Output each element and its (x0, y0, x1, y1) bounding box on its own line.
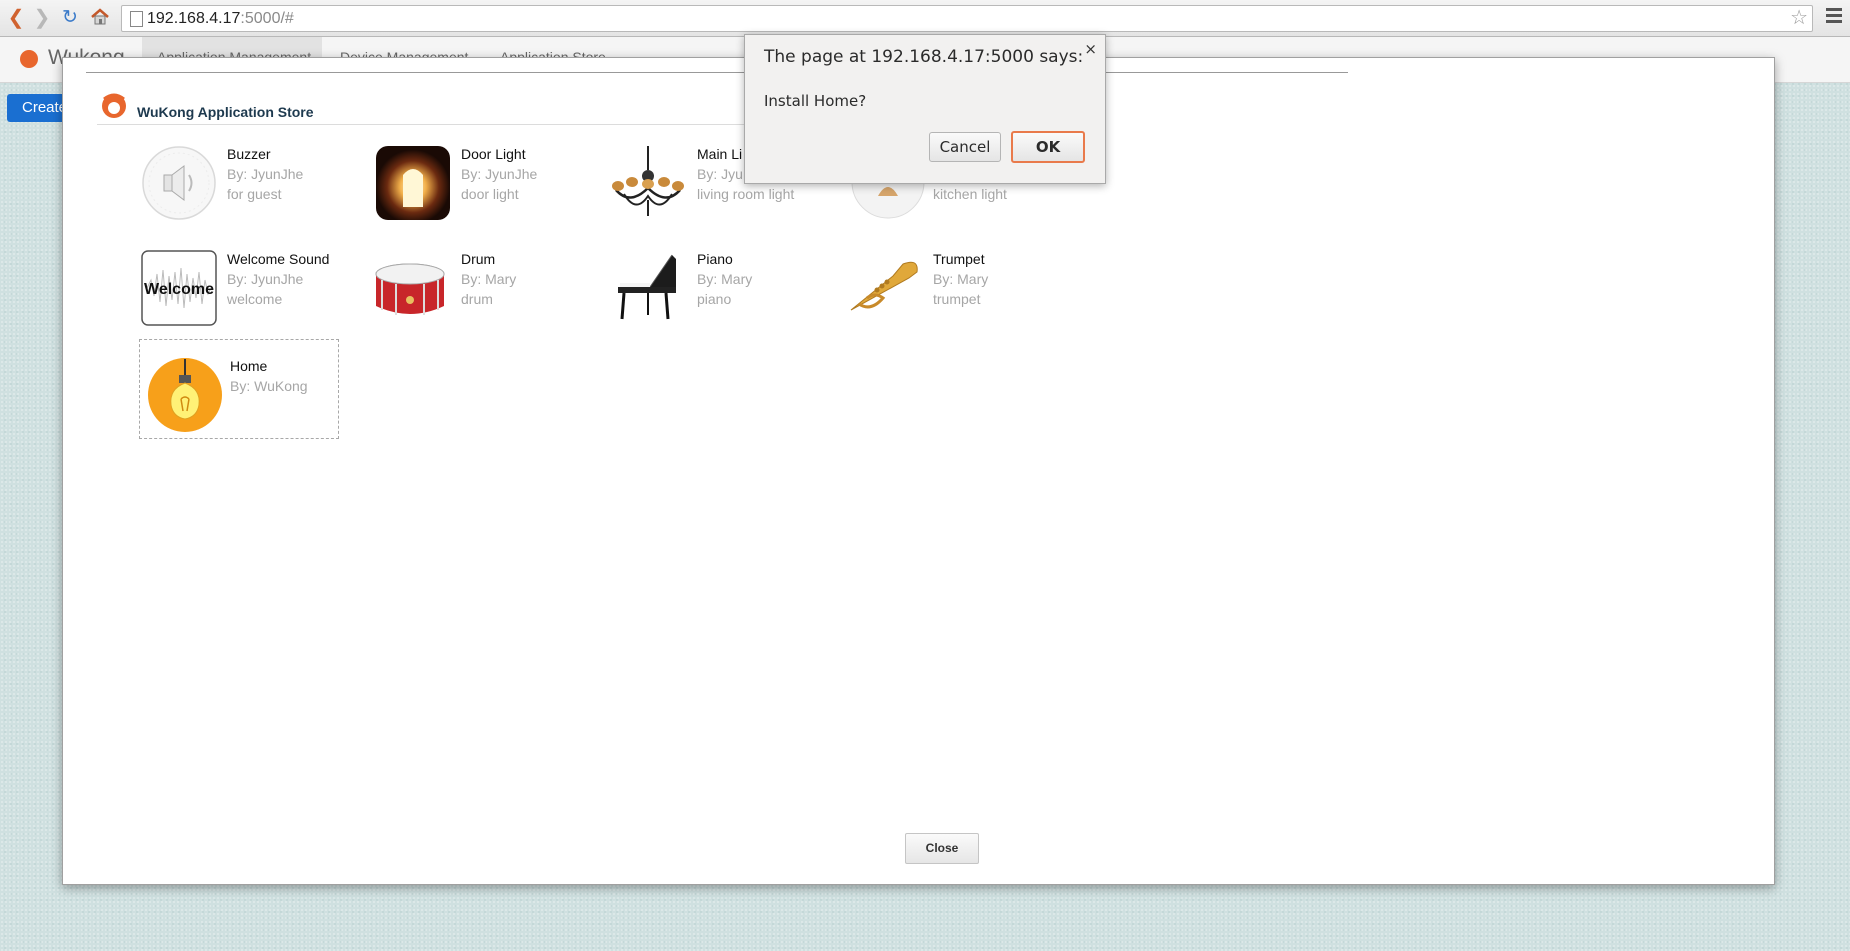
app-author: By: WuKong (230, 378, 308, 394)
app-description: door light (461, 186, 519, 202)
app-description: kitchen light (933, 186, 1007, 202)
drum-icon (375, 263, 445, 315)
app-author: By: Mary (933, 271, 989, 287)
app-description: for guest (227, 186, 282, 202)
svg-text:Welcome: Welcome (144, 281, 214, 298)
reload-icon[interactable]: ↻ (60, 8, 80, 28)
address-bar[interactable]: 192.168.4.17:5000/# ☆ (121, 5, 1813, 32)
doorway-light-icon (376, 146, 450, 220)
forward-arrow-icon[interactable]: ❯ (32, 8, 52, 28)
dialog-title: The page at 192.168.4.17:5000 says: (764, 47, 1084, 67)
confirm-dialog: × The page at 192.168.4.17:5000 says: In… (744, 34, 1106, 184)
app-author: By: Mary (697, 271, 753, 287)
app-description: welcome (227, 291, 283, 307)
store-logo-icon (102, 93, 126, 118)
wukong-logo-icon (20, 50, 38, 68)
close-button[interactable]: Close (905, 833, 979, 864)
ok-button[interactable]: OK (1011, 131, 1085, 163)
app-author: By: Jyu (697, 166, 743, 182)
app-item-buzzer[interactable]: Buzzer By: JyunJhe for guest (136, 140, 336, 240)
url-text: 192.168.4.17:5000/# (147, 10, 294, 27)
light-bulb-icon (148, 358, 222, 432)
app-name: Piano (697, 251, 733, 267)
bookmark-star-icon[interactable]: ☆ (1790, 6, 1808, 31)
piano-icon (618, 254, 676, 320)
app-name: Welcome Sound (227, 251, 330, 267)
app-author: By: JyunJhe (461, 166, 538, 182)
app-description: drum (461, 291, 493, 307)
page-icon (130, 11, 143, 27)
app-name: Door Light (461, 146, 526, 162)
browser-toolbar: ❮ ❯ ↻ 192.168.4.17:5000/# ☆ (0, 0, 1850, 37)
app-item-piano[interactable]: Piano By: Mary piano (606, 245, 806, 345)
dialog-message: Install Home? (764, 92, 867, 110)
app-name: Trumpet (933, 251, 985, 267)
welcome-waveform-icon: Welcome (141, 250, 217, 326)
app-author: By: Mary (461, 271, 517, 287)
app-description: living room light (697, 186, 795, 202)
close-icon[interactable]: × (1084, 40, 1097, 58)
browser-menu-icon[interactable] (1826, 8, 1842, 26)
modal-divider (86, 72, 1348, 73)
home-icon[interactable] (90, 7, 110, 27)
app-item-trumpet[interactable]: Trumpet By: Mary trumpet (841, 245, 1041, 345)
app-author: By: JyunJhe (227, 271, 304, 287)
trumpet-icon (850, 261, 918, 311)
app-item-home[interactable]: Home By: WuKong (139, 339, 339, 439)
speaker-icon (142, 146, 216, 220)
app-description: piano (697, 291, 732, 307)
app-name: Buzzer (227, 146, 271, 162)
app-item-welcome-sound[interactable]: Welcome Welcome Sound By: JyunJhe welcom… (136, 245, 336, 345)
app-name: Drum (461, 251, 496, 267)
back-arrow-icon[interactable]: ❮ (6, 8, 26, 28)
store-title: WuKong Application Store (137, 104, 314, 120)
cancel-button[interactable]: Cancel (929, 132, 1001, 162)
app-item-drum[interactable]: Drum By: Mary drum (371, 245, 571, 345)
app-item-door-light[interactable]: Door Light By: JyunJhe door light (371, 140, 571, 240)
app-author: By: JyunJhe (227, 166, 304, 182)
chandelier-icon (612, 146, 684, 216)
app-name: Main Li (697, 146, 743, 162)
app-description: trumpet (933, 291, 981, 307)
app-name: Home (230, 358, 268, 374)
